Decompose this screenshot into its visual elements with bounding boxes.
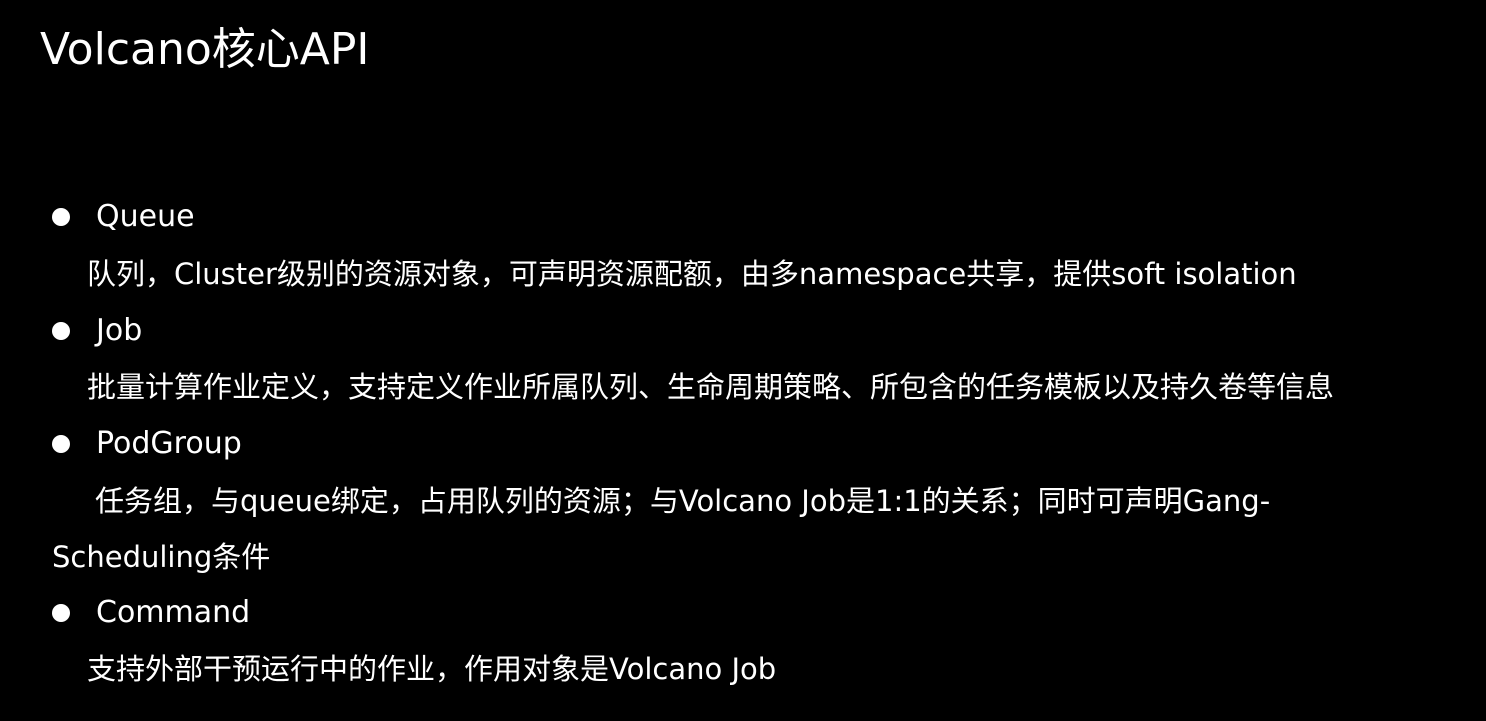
bullet-item-job: Job [52,313,142,349]
bullet-dot-icon [52,604,70,622]
slide-title: Volcano核心API [40,24,370,75]
bullet-dot-icon [52,435,70,453]
bullet-dot-icon [52,322,70,340]
bullet-description-line-2: Scheduling条件 [52,540,271,574]
bullet-item-queue: Queue [52,199,195,235]
bullet-label: Queue [96,199,195,234]
bullet-dot-icon [52,208,70,226]
bullet-label: Command [96,595,251,630]
bullet-description: 批量计算作业定义，支持定义作业所属队列、生命周期策略、所包含的任务模板以及持久卷… [87,370,1335,404]
bullet-item-podgroup: PodGroup [52,426,242,462]
bullet-label: PodGroup [96,426,242,461]
bullet-description: 队列，Cluster级别的资源对象，可声明资源配额，由多namespace共享，… [87,257,1297,291]
bullet-item-command: Command [52,595,250,631]
bullet-description: 支持外部干预运行中的作业，作用对象是Volcano Job [87,652,777,686]
bullet-label: Job [96,313,143,348]
bullet-description-line-1: 任务组，与queue绑定，占用队列的资源；与Volcano Job是1:1的关系… [95,484,1271,518]
